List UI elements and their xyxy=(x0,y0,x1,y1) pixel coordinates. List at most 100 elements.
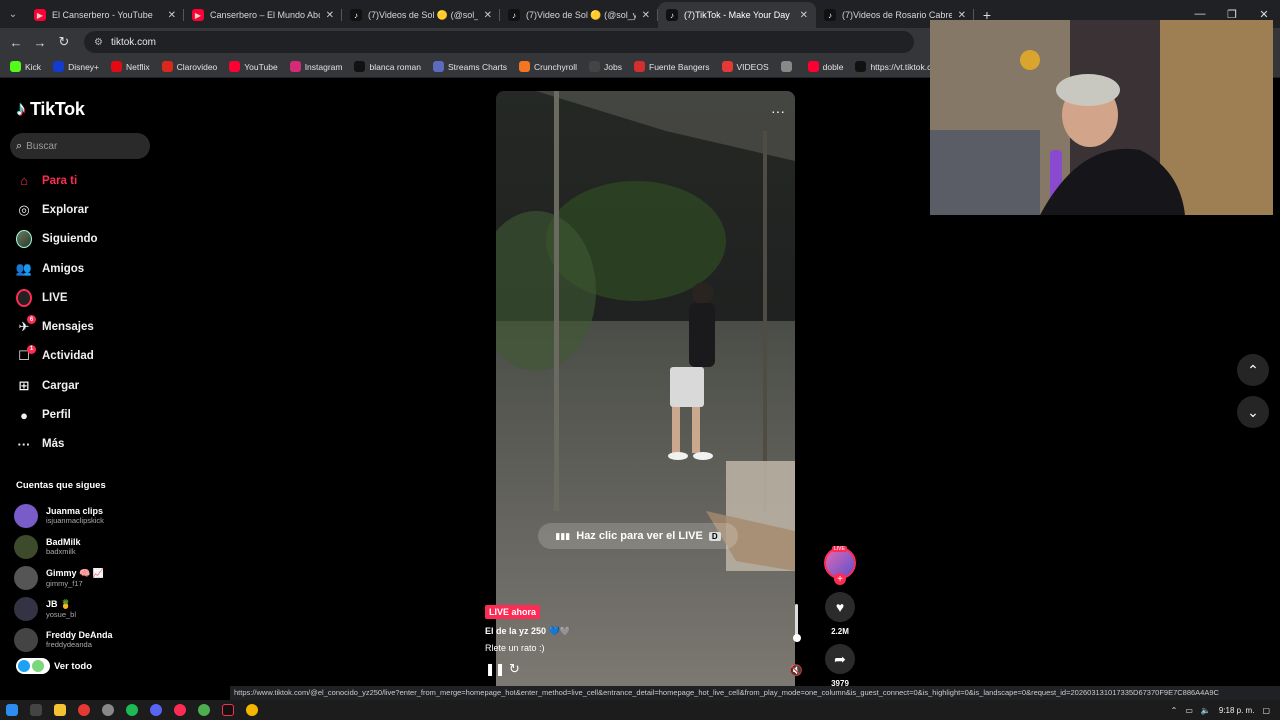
sidebar-item-amigos[interactable]: 👥 Amigos xyxy=(0,254,160,283)
bookmark-item[interactable] xyxy=(777,61,800,72)
sidebar-item-actividad[interactable]: ☐ Actividad 1 xyxy=(0,342,160,371)
chevron-up-icon: ⌃ xyxy=(1247,361,1259,378)
follow-plus-icon[interactable]: + xyxy=(834,573,846,585)
webcam-overlay xyxy=(930,20,1273,215)
tab-close-icon[interactable]: ✕ xyxy=(484,10,492,21)
notifications-icon[interactable]: ▢ xyxy=(1262,706,1270,715)
bookmark-item[interactable]: Kick xyxy=(6,61,45,72)
bookmark-label: Disney+ xyxy=(68,61,100,72)
bookmark-label: YouTube xyxy=(244,61,278,72)
forward-icon[interactable]: → xyxy=(30,32,50,52)
sidebar-item-siguiendo[interactable]: Siguiendo xyxy=(0,225,160,254)
bookmark-item[interactable]: Instagram xyxy=(286,61,347,72)
reload-icon[interactable]: ↻ xyxy=(54,32,74,52)
watch-live-label: Haz clic para ver el LIVE xyxy=(576,530,703,542)
site-info-icon[interactable]: ⚙ xyxy=(94,37,103,48)
previous-video-button[interactable]: ⌃ xyxy=(1237,354,1269,386)
browser-tab[interactable]: ▶ El Canserbero - YouTube ✕ xyxy=(26,2,184,28)
windows-start-icon[interactable] xyxy=(6,704,18,716)
bookmark-item[interactable]: doble xyxy=(804,61,848,72)
watch-live-button[interactable]: ▮▮▮ Haz clic para ver el LIVE D xyxy=(538,523,738,549)
tab-close-icon[interactable]: ✕ xyxy=(800,10,808,21)
sidebar-item-explorar[interactable]: ◎ Explorar xyxy=(0,195,160,224)
followed-account[interactable]: JB 🍍 yosue_bl xyxy=(14,593,154,624)
sidebar-item-live[interactable]: LIVE xyxy=(0,283,160,312)
browser-tab[interactable]: ♪ (7)TikTok - Make Your Day ✕ xyxy=(658,2,816,28)
live-bars-icon: ▮▮▮ xyxy=(555,530,571,541)
back-icon[interactable]: ← xyxy=(6,32,26,52)
sidebar-item-perfil[interactable]: ● Perfil xyxy=(0,400,160,429)
chrome-icon-3[interactable] xyxy=(246,704,258,716)
sidebar-item-label: Explorar xyxy=(42,203,89,216)
sidebar-item-label: Para ti xyxy=(42,174,78,187)
sidebar-item-m-s[interactable]: ··· Más xyxy=(0,430,160,459)
tiktok-app-icon[interactable] xyxy=(222,704,234,716)
volume-knob[interactable] xyxy=(793,634,801,642)
refresh-icon[interactable]: ↻ xyxy=(509,661,520,677)
tab-close-icon[interactable]: ✕ xyxy=(958,10,966,21)
mute-icon[interactable]: 🔇 xyxy=(789,664,803,677)
more-options-icon[interactable]: ··· xyxy=(771,103,785,119)
tiktok-logo[interactable]: ♪ TikTok xyxy=(16,98,85,121)
address-bar[interactable]: ⚙ tiktok.com xyxy=(84,31,914,53)
clock[interactable]: 9:18 p. m. xyxy=(1219,706,1255,715)
account-username: badxmilk xyxy=(46,547,76,556)
file-explorer-icon[interactable] xyxy=(54,704,66,716)
app-icon[interactable] xyxy=(102,704,114,716)
discord-icon[interactable] xyxy=(150,704,162,716)
live-preview-frame xyxy=(496,91,795,686)
tab-search-icon[interactable]: ⌄ xyxy=(0,0,26,28)
tray-chevron-icon[interactable]: ⌃ xyxy=(1171,706,1178,715)
bookmark-item[interactable]: Fuente Bangers xyxy=(630,61,713,72)
search-input[interactable] xyxy=(26,140,137,152)
see-all-link[interactable]: Ver todo xyxy=(16,658,92,674)
followed-account[interactable]: Gimmy 🧠 📈 gimmy_f17 xyxy=(14,562,154,593)
app-icon-2[interactable] xyxy=(174,704,186,716)
bookmark-item[interactable]: YouTube xyxy=(225,61,281,72)
share-button[interactable]: ➦ xyxy=(825,644,855,674)
friends-icon: 👥 xyxy=(15,260,33,276)
chrome-icon-2[interactable] xyxy=(198,704,210,716)
browser-tab[interactable]: ♪ (7)Video de Sol 🟡 (@sol_y_bi… ✕ xyxy=(500,2,658,28)
see-all-label: Ver todo xyxy=(54,660,93,672)
creator-name[interactable]: El de la yz 250 💙🩶 xyxy=(485,626,571,637)
bookmark-favicon-icon xyxy=(855,61,867,72)
followed-account[interactable]: BadMilk badxmilk xyxy=(14,531,154,562)
bookmark-item[interactable]: blanca roman xyxy=(350,61,425,72)
volume-icon[interactable]: 🔈 xyxy=(1201,706,1211,715)
browser-tab[interactable]: ♪ (7)Videos de Sol 🟡 (@sol_y_bi… ✕ xyxy=(342,2,500,28)
compass-icon: ◎ xyxy=(18,201,30,217)
bookmark-item[interactable]: Streams Charts xyxy=(429,61,511,72)
sidebar-item-mensajes[interactable]: ✈ Mensajes 6 xyxy=(0,312,160,341)
bookmark-item[interactable]: Netflix xyxy=(107,61,154,72)
sidebar-item-para-ti[interactable]: ⌂ Para ti xyxy=(0,166,160,195)
tab-close-icon[interactable]: ✕ xyxy=(326,10,334,21)
pause-icon[interactable]: ❚❚ xyxy=(485,662,505,676)
followed-account[interactable]: Juanma clips isjuanmaclipskick xyxy=(14,500,154,531)
tab-title: (7)Video de Sol 🟡 (@sol_y_bi… xyxy=(526,9,636,20)
chrome-icon[interactable] xyxy=(78,704,90,716)
sidebar-item-cargar[interactable]: ⊞ Cargar xyxy=(0,371,160,400)
bookmark-label: Crunchyroll xyxy=(534,61,578,72)
sidebar-item-label: Mensajes xyxy=(42,321,94,334)
bookmark-item[interactable]: Disney+ xyxy=(49,61,103,72)
bookmark-item[interactable]: VIDEOS xyxy=(718,61,773,72)
tab-close-icon[interactable]: ✕ xyxy=(168,10,176,21)
bookmark-item[interactable]: Crunchyroll xyxy=(515,61,581,72)
chevron-down-icon: ⌄ xyxy=(1247,403,1259,420)
browser-tab[interactable]: ▶ Canserbero – El Mundo Abc [A… ✕ xyxy=(184,2,342,28)
next-video-button[interactable]: ⌄ xyxy=(1237,396,1269,428)
video-player[interactable]: ··· ▮▮▮ Haz clic para ver el LIVE D xyxy=(496,91,795,686)
bookmark-item[interactable]: Clarovideo xyxy=(158,61,222,72)
network-icon[interactable]: ▭ xyxy=(1185,706,1193,715)
search-box[interactable]: ⌕ xyxy=(10,133,150,159)
taskview-icon[interactable] xyxy=(30,704,42,716)
like-button[interactable]: ♥ xyxy=(825,592,855,622)
live-now-badge: LIVE ahora xyxy=(485,605,541,619)
tab-title: El Canserbero - YouTube xyxy=(52,10,153,20)
followed-account[interactable]: Freddy DeAnda freddydeanda xyxy=(14,624,154,655)
bookmark-label: Kick xyxy=(25,61,42,72)
tab-close-icon[interactable]: ✕ xyxy=(642,10,650,21)
bookmark-item[interactable]: Jobs xyxy=(585,61,626,72)
spotify-icon[interactable] xyxy=(126,704,138,716)
